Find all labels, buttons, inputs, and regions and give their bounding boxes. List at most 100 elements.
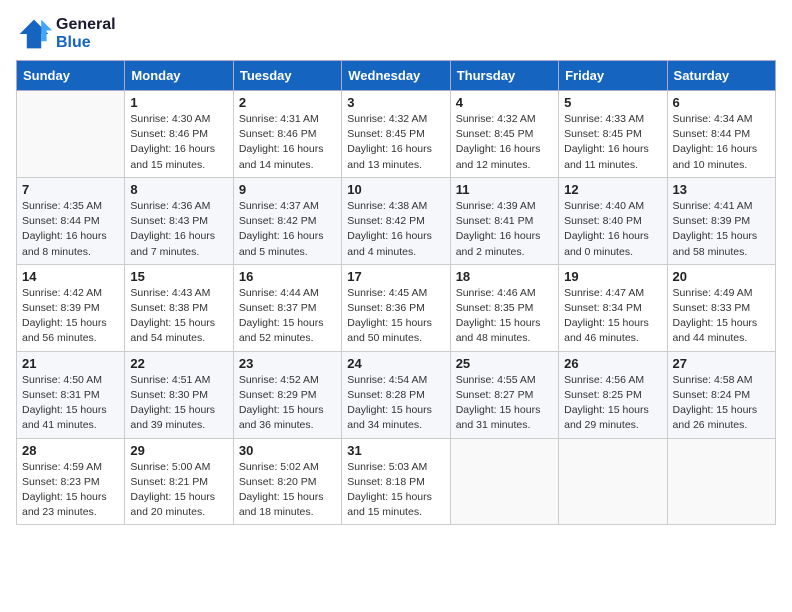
day-info: Sunrise: 4:33 AM Sunset: 8:45 PM Dayligh… [564, 112, 661, 173]
week-row-1: 1 Sunrise: 4:30 AM Sunset: 8:46 PM Daylig… [17, 91, 776, 178]
day-info: Sunrise: 4:47 AM Sunset: 8:34 PM Dayligh… [564, 286, 661, 347]
day-cell: 17 Sunrise: 4:45 AM Sunset: 8:36 PM Dayli… [342, 264, 450, 351]
week-row-5: 28 Sunrise: 4:59 AM Sunset: 8:23 PM Dayli… [17, 438, 776, 525]
day-info: Sunrise: 4:59 AM Sunset: 8:23 PM Dayligh… [22, 460, 119, 521]
day-number: 17 [347, 269, 444, 284]
day-info: Sunrise: 4:54 AM Sunset: 8:28 PM Dayligh… [347, 373, 444, 434]
day-info: Sunrise: 5:00 AM Sunset: 8:21 PM Dayligh… [130, 460, 227, 521]
day-cell: 2Sunrise: 4:31 AM Sunset: 8:46 PM Daylig… [233, 91, 341, 178]
day-cell: 10Sunrise: 4:38 AM Sunset: 8:42 PM Dayli… [342, 177, 450, 264]
day-cell: 3 Sunrise: 4:32 AM Sunset: 8:45 PM Daylig… [342, 91, 450, 178]
day-info: Sunrise: 4:51 AM Sunset: 8:30 PM Dayligh… [130, 373, 227, 434]
day-number: 15 [130, 269, 227, 284]
day-cell: 29 Sunrise: 5:00 AM Sunset: 8:21 PM Dayli… [125, 438, 233, 525]
day-info: Sunrise: 4:32 AM Sunset: 8:45 PM Dayligh… [347, 112, 444, 173]
day-number: 28 [22, 443, 119, 458]
weekday-header-sunday: Sunday [17, 61, 125, 91]
weekday-header-thursday: Thursday [450, 61, 558, 91]
day-cell: 15 Sunrise: 4:43 AM Sunset: 8:38 PM Dayli… [125, 264, 233, 351]
day-info: Sunrise: 4:58 AM Sunset: 8:24 PM Dayligh… [673, 373, 770, 434]
weekday-header-tuesday: Tuesday [233, 61, 341, 91]
day-cell [17, 91, 125, 178]
weekday-header-monday: Monday [125, 61, 233, 91]
day-number: 10 [347, 182, 444, 197]
day-cell: 30 Sunrise: 5:02 AM Sunset: 8:20 PM Dayli… [233, 438, 341, 525]
day-number: 21 [22, 356, 119, 371]
day-cell: 20 Sunrise: 4:49 AM Sunset: 8:33 PM Dayli… [667, 264, 775, 351]
weekday-header-wednesday: Wednesday [342, 61, 450, 91]
day-info: Sunrise: 5:02 AM Sunset: 8:20 PM Dayligh… [239, 460, 336, 521]
day-info: Sunrise: 4:46 AM Sunset: 8:35 PM Dayligh… [456, 286, 553, 347]
weekday-header-friday: Friday [559, 61, 667, 91]
day-cell: 21 Sunrise: 4:50 AM Sunset: 8:31 PM Dayli… [17, 351, 125, 438]
day-number: 5 [564, 95, 661, 110]
day-info: Sunrise: 5:03 AM Sunset: 8:18 PM Dayligh… [347, 460, 444, 521]
day-cell: 16Sunrise: 4:44 AM Sunset: 8:37 PM Dayli… [233, 264, 341, 351]
day-number: 1 [130, 95, 227, 110]
day-cell: 27 Sunrise: 4:58 AM Sunset: 8:24 PM Dayli… [667, 351, 775, 438]
day-number: 7 [22, 182, 119, 197]
day-cell [559, 438, 667, 525]
day-cell: 31 Sunrise: 5:03 AM Sunset: 8:18 PM Dayli… [342, 438, 450, 525]
page-header: General Blue [16, 16, 776, 52]
day-number: 4 [456, 95, 553, 110]
day-info: Sunrise: 4:50 AM Sunset: 8:31 PM Dayligh… [22, 373, 119, 434]
day-number: 20 [673, 269, 770, 284]
weekday-header-row: SundayMondayTuesdayWednesdayThursdayFrid… [17, 61, 776, 91]
day-info: Sunrise: 4:34 AM Sunset: 8:44 PM Dayligh… [673, 112, 770, 173]
day-number: 26 [564, 356, 661, 371]
day-cell: 12 Sunrise: 4:40 AM Sunset: 8:40 PM Dayli… [559, 177, 667, 264]
day-info: Sunrise: 4:43 AM Sunset: 8:38 PM Dayligh… [130, 286, 227, 347]
day-cell: 18 Sunrise: 4:46 AM Sunset: 8:35 PM Dayli… [450, 264, 558, 351]
day-info: Sunrise: 4:42 AM Sunset: 8:39 PM Dayligh… [22, 286, 119, 347]
day-number: 12 [564, 182, 661, 197]
day-info: Sunrise: 4:35 AM Sunset: 8:44 PM Dayligh… [22, 199, 119, 260]
day-info: Sunrise: 4:40 AM Sunset: 8:40 PM Dayligh… [564, 199, 661, 260]
day-number: 30 [239, 443, 336, 458]
calendar-table: SundayMondayTuesdayWednesdayThursdayFrid… [16, 60, 776, 525]
day-info: Sunrise: 4:30 AM Sunset: 8:46 PM Dayligh… [130, 112, 227, 173]
day-cell: 26 Sunrise: 4:56 AM Sunset: 8:25 PM Dayli… [559, 351, 667, 438]
day-number: 6 [673, 95, 770, 110]
day-info: Sunrise: 4:56 AM Sunset: 8:25 PM Dayligh… [564, 373, 661, 434]
day-info: Sunrise: 4:44 AM Sunset: 8:37 PM Dayligh… [239, 286, 336, 347]
week-row-2: 7 Sunrise: 4:35 AM Sunset: 8:44 PM Daylig… [17, 177, 776, 264]
day-cell: 11 Sunrise: 4:39 AM Sunset: 8:41 PM Dayli… [450, 177, 558, 264]
day-cell: 22 Sunrise: 4:51 AM Sunset: 8:30 PM Dayli… [125, 351, 233, 438]
day-cell: 25Sunrise: 4:55 AM Sunset: 8:27 PM Dayli… [450, 351, 558, 438]
day-cell: 14Sunrise: 4:42 AM Sunset: 8:39 PM Dayli… [17, 264, 125, 351]
day-info: Sunrise: 4:52 AM Sunset: 8:29 PM Dayligh… [239, 373, 336, 434]
week-row-4: 21 Sunrise: 4:50 AM Sunset: 8:31 PM Dayli… [17, 351, 776, 438]
day-info: Sunrise: 4:39 AM Sunset: 8:41 PM Dayligh… [456, 199, 553, 260]
day-cell: 13Sunrise: 4:41 AM Sunset: 8:39 PM Dayli… [667, 177, 775, 264]
day-number: 13 [673, 182, 770, 197]
day-number: 11 [456, 182, 553, 197]
day-cell [450, 438, 558, 525]
day-number: 18 [456, 269, 553, 284]
day-cell: 19Sunrise: 4:47 AM Sunset: 8:34 PM Dayli… [559, 264, 667, 351]
day-cell: 7 Sunrise: 4:35 AM Sunset: 8:44 PM Daylig… [17, 177, 125, 264]
day-cell: 1 Sunrise: 4:30 AM Sunset: 8:46 PM Daylig… [125, 91, 233, 178]
day-cell: 5 Sunrise: 4:33 AM Sunset: 8:45 PM Daylig… [559, 91, 667, 178]
day-cell: 8Sunrise: 4:36 AM Sunset: 8:43 PM Daylig… [125, 177, 233, 264]
week-row-3: 14Sunrise: 4:42 AM Sunset: 8:39 PM Dayli… [17, 264, 776, 351]
day-info: Sunrise: 4:37 AM Sunset: 8:42 PM Dayligh… [239, 199, 336, 260]
day-cell: 28 Sunrise: 4:59 AM Sunset: 8:23 PM Dayli… [17, 438, 125, 525]
day-number: 24 [347, 356, 444, 371]
day-info: Sunrise: 4:49 AM Sunset: 8:33 PM Dayligh… [673, 286, 770, 347]
day-cell [667, 438, 775, 525]
weekday-header-saturday: Saturday [667, 61, 775, 91]
logo: General Blue [16, 16, 116, 52]
day-number: 29 [130, 443, 227, 458]
day-number: 3 [347, 95, 444, 110]
day-cell: 6 Sunrise: 4:34 AM Sunset: 8:44 PM Daylig… [667, 91, 775, 178]
logo-icon [16, 16, 52, 52]
day-cell: 9Sunrise: 4:37 AM Sunset: 8:42 PM Daylig… [233, 177, 341, 264]
day-info: Sunrise: 4:31 AM Sunset: 8:46 PM Dayligh… [239, 112, 336, 173]
day-number: 27 [673, 356, 770, 371]
day-info: Sunrise: 4:45 AM Sunset: 8:36 PM Dayligh… [347, 286, 444, 347]
day-number: 23 [239, 356, 336, 371]
day-number: 31 [347, 443, 444, 458]
day-cell: 24 Sunrise: 4:54 AM Sunset: 8:28 PM Dayli… [342, 351, 450, 438]
day-number: 22 [130, 356, 227, 371]
